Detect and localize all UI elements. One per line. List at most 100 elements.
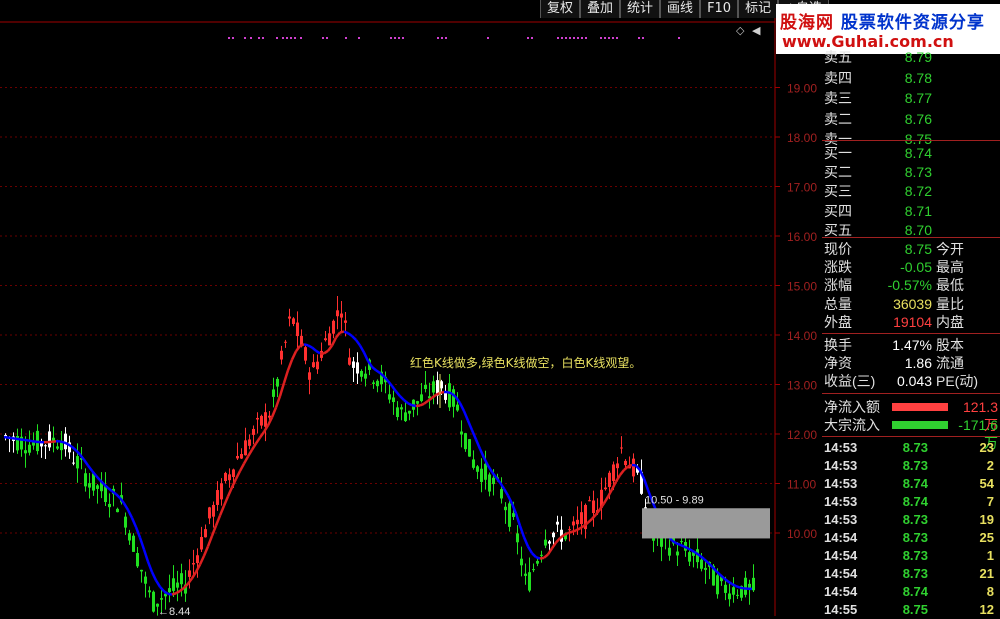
moving-average-segment xyxy=(616,475,620,481)
candle-body xyxy=(340,314,343,318)
tick-volume: 8 xyxy=(946,583,994,601)
candle-body xyxy=(244,440,247,455)
candle-body xyxy=(516,533,519,542)
signal-dot xyxy=(445,37,447,39)
f10-button[interactable]: F10 xyxy=(700,0,738,18)
candle-body xyxy=(204,529,207,537)
moving-average-segment xyxy=(496,477,500,482)
candle-body xyxy=(472,459,475,467)
signal-dot xyxy=(581,37,583,39)
moving-average-segment xyxy=(688,548,692,550)
moving-average-segment xyxy=(556,538,560,542)
buy-level-label: 买一 xyxy=(824,144,852,162)
moving-average-segment xyxy=(12,438,16,439)
candle-body xyxy=(252,429,255,435)
candle-body xyxy=(140,570,143,572)
sell-level-row: 卖五8.79 xyxy=(822,48,1000,66)
candle-body xyxy=(336,310,339,316)
candle-body xyxy=(248,439,251,445)
candle-body xyxy=(364,374,367,379)
candle-body xyxy=(464,433,467,449)
candle-body xyxy=(376,381,379,386)
moving-average-segment xyxy=(340,332,344,333)
candle-body xyxy=(200,537,203,549)
moving-average-segment xyxy=(468,421,472,430)
candle-body xyxy=(172,578,175,591)
moving-average-segment xyxy=(132,518,136,527)
mark-button[interactable]: 标记 xyxy=(738,0,778,18)
candle-body xyxy=(468,439,471,456)
moving-average-segment xyxy=(524,537,528,546)
price-range-label: 10.50 - 9.89 xyxy=(645,494,704,506)
candle-body xyxy=(292,318,295,324)
candle-body xyxy=(240,454,243,458)
candle-body xyxy=(48,431,51,447)
moving-average-segment xyxy=(728,581,732,584)
candle-body xyxy=(308,372,311,379)
candle-body xyxy=(732,587,735,594)
moving-average-segment xyxy=(540,558,544,559)
moving-average-segment xyxy=(272,408,276,418)
draw-line-button[interactable]: 画线 xyxy=(660,0,700,18)
moving-average-segment xyxy=(552,543,556,549)
moving-average-segment xyxy=(456,397,460,403)
moving-average-segment xyxy=(388,381,392,386)
moving-average-segment xyxy=(332,338,336,346)
kline-chart[interactable]: 19.0018.0017.0016.0015.0014.0013.0012.00… xyxy=(0,18,822,616)
sell-level-row: 卖三8.77 xyxy=(822,89,1000,107)
quote-value: -0.57% xyxy=(870,276,932,294)
candle-body xyxy=(548,541,551,543)
moving-average-segment xyxy=(324,351,328,354)
buy-level-price: 8.71 xyxy=(870,202,932,220)
quote-label-secondary: 量比 xyxy=(936,295,964,313)
moving-average-segment xyxy=(244,457,248,464)
scroll-right-icon: ◀ xyxy=(752,24,761,37)
moving-average-segment xyxy=(548,548,552,554)
candle-body xyxy=(620,448,623,449)
moving-average-segment xyxy=(348,333,352,336)
signal-dot xyxy=(358,37,360,39)
y-tick-label: 17.00 xyxy=(787,181,817,195)
moving-average-segment xyxy=(592,515,596,519)
tick-price: 8.74 xyxy=(892,583,928,601)
quote-label-secondary: 最低 xyxy=(936,276,964,294)
quote-label: 收益(三) xyxy=(824,372,875,390)
candle-body xyxy=(256,418,259,420)
candle-body xyxy=(128,533,131,540)
candle-body xyxy=(76,456,79,468)
candle-body xyxy=(752,578,755,590)
candle-body xyxy=(396,407,399,417)
moving-average-segment xyxy=(464,411,468,421)
candle-body xyxy=(668,548,671,556)
moving-average-segment xyxy=(288,360,292,371)
candle-body xyxy=(168,588,171,592)
tick-price: 8.73 xyxy=(892,565,928,583)
quote-label: 换手 xyxy=(824,336,852,354)
signal-dot xyxy=(322,37,324,39)
overlay-button[interactable]: 叠加 xyxy=(580,0,620,18)
moving-average-segment xyxy=(588,519,592,523)
signal-dot xyxy=(678,37,680,39)
moving-average-segment xyxy=(608,489,612,496)
tick-time: 14:55 xyxy=(824,601,857,619)
moving-average-segment xyxy=(596,509,600,514)
fuquan-button[interactable]: 复权 xyxy=(540,0,580,18)
tick-price: 8.73 xyxy=(892,439,928,457)
moving-average-segment xyxy=(544,554,548,557)
candle-body xyxy=(352,361,355,367)
tick-price: 8.73 xyxy=(892,457,928,475)
flow-label: 大宗流入 xyxy=(824,416,880,434)
candle-body xyxy=(216,490,219,505)
candle-body xyxy=(176,583,179,588)
moving-average-segment xyxy=(364,352,368,361)
candle-body xyxy=(88,483,91,487)
statistics-button[interactable]: 统计 xyxy=(620,0,660,18)
quote-row: 现价8.75今开 xyxy=(822,240,1000,258)
quote-row: 总量36039量比 xyxy=(822,295,1000,313)
quote-panel: 卖五8.79卖四8.78卖三8.77卖二8.76卖一8.75买一8.74买二8.… xyxy=(822,54,1000,616)
moving-average-segment xyxy=(120,498,124,503)
candle-body xyxy=(724,585,727,593)
candle-body xyxy=(148,590,151,592)
candle-body xyxy=(236,456,239,458)
moving-average-segment xyxy=(448,392,452,393)
